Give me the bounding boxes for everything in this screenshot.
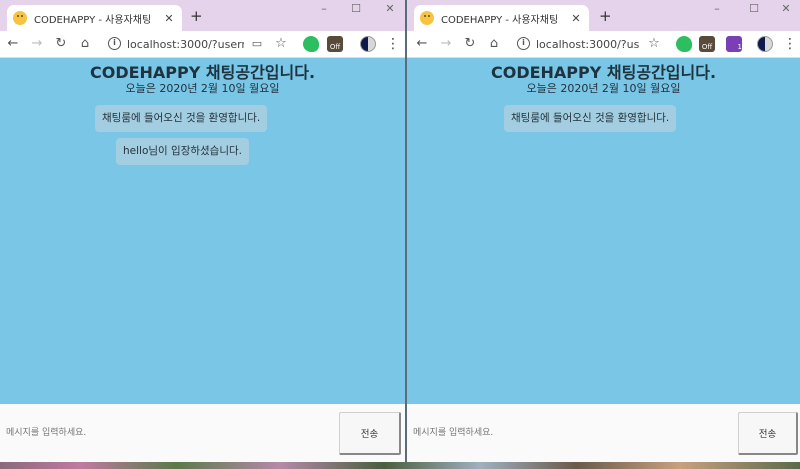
- smiley-favicon-icon: [13, 11, 27, 25]
- home-icon[interactable]: ⌂: [486, 36, 502, 52]
- site-info-icon[interactable]: i: [517, 37, 530, 50]
- new-tab-button[interactable]: +: [190, 7, 203, 25]
- welcome-message: 채팅룸에 들어오신 것을 환영합니다.: [504, 105, 677, 132]
- minimize-button[interactable]: –: [315, 2, 333, 15]
- profile-avatar-icon[interactable]: [360, 36, 376, 52]
- extension-off-icon[interactable]: Off: [327, 36, 343, 52]
- chat-area: CODEHAPPY 채팅공간입니다. 오늘은 2020년 2월 10일 월요일 …: [407, 58, 800, 404]
- browser-tab[interactable]: CODEHAPPY - 사용자채팅 ✕: [7, 5, 182, 31]
- evernote-extension-icon[interactable]: [303, 36, 319, 52]
- site-info-icon[interactable]: i: [108, 37, 121, 50]
- home-icon[interactable]: ⌂: [77, 36, 93, 52]
- new-tab-button[interactable]: +: [599, 7, 612, 25]
- desktop-wallpaper: [0, 462, 800, 469]
- browser-tab[interactable]: CODEHAPPY - 사용자채팅 ✕: [414, 5, 589, 31]
- message-input[interactable]: [407, 404, 732, 462]
- bookmark-star-icon[interactable]: ☆: [646, 36, 662, 52]
- welcome-message: 채팅룸에 들어오신 것을 환영합니다.: [95, 105, 268, 132]
- forward-arrow-icon[interactable]: →: [29, 36, 45, 52]
- message-input[interactable]: [0, 404, 335, 462]
- chat-area: CODEHAPPY 채팅공간입니다. 오늘은 2020년 2월 10일 월요일 …: [0, 58, 405, 404]
- browser-window-right: CODEHAPPY - 사용자채팅 ✕ + – ☐ ✕ ← → ↻ ⌂ i lo…: [407, 0, 800, 462]
- message-input-bar: 전송: [407, 404, 800, 462]
- tab-close-icon[interactable]: ✕: [162, 12, 176, 25]
- maximize-button[interactable]: ☐: [347, 2, 365, 15]
- message-input-bar: 전송: [0, 404, 405, 462]
- tab-title: CODEHAPPY - 사용자채팅: [441, 14, 559, 26]
- extension-off-icon[interactable]: Off: [699, 36, 715, 52]
- back-arrow-icon[interactable]: ←: [414, 36, 430, 52]
- extension-badge-icon[interactable]: 1: [726, 36, 742, 52]
- reload-icon[interactable]: ↻: [53, 36, 69, 52]
- minimize-button[interactable]: –: [708, 2, 726, 15]
- browser-menu-icon[interactable]: ⋮: [386, 36, 400, 52]
- tab-title: CODEHAPPY - 사용자채팅: [34, 14, 152, 26]
- tab-close-icon[interactable]: ✕: [569, 12, 583, 25]
- send-button[interactable]: 전송: [339, 412, 401, 455]
- cast-icon[interactable]: ▭: [249, 36, 265, 52]
- send-button[interactable]: 전송: [738, 412, 798, 455]
- forward-arrow-icon[interactable]: →: [438, 36, 454, 52]
- title-bar: CODEHAPPY - 사용자채팅 ✕ + – ☐ ✕: [0, 0, 405, 31]
- browser-toolbar: ← → ↻ ⌂ i localhost:3000/?userna... ▭ ☆ …: [0, 31, 405, 58]
- chat-date: 오늘은 2020년 2월 10일 월요일: [526, 82, 681, 95]
- close-window-button[interactable]: ✕: [777, 2, 795, 15]
- title-bar: CODEHAPPY - 사용자채팅 ✕ + – ☐ ✕: [407, 0, 800, 31]
- close-window-button[interactable]: ✕: [381, 2, 399, 15]
- evernote-extension-icon[interactable]: [676, 36, 692, 52]
- browser-menu-icon[interactable]: ⋮: [783, 36, 797, 52]
- browser-window-left: CODEHAPPY - 사용자채팅 ✕ + – ☐ ✕ ← → ↻ ⌂ i lo…: [0, 0, 405, 462]
- smiley-favicon-icon: [420, 11, 434, 25]
- back-arrow-icon[interactable]: ←: [5, 36, 21, 52]
- reload-icon[interactable]: ↻: [462, 36, 478, 52]
- address-bar[interactable]: localhost:3000/?userna...: [127, 38, 244, 51]
- chat-date: 오늘은 2020년 2월 10일 월요일: [125, 82, 280, 95]
- address-bar[interactable]: localhost:3000/?use...: [536, 38, 639, 51]
- browser-toolbar: ← → ↻ ⌂ i localhost:3000/?use... ☆ Off 1…: [407, 31, 800, 58]
- join-message: hello님이 입장하셨습니다.: [116, 138, 249, 165]
- profile-avatar-icon[interactable]: [757, 36, 773, 52]
- maximize-button[interactable]: ☐: [745, 2, 763, 15]
- bookmark-star-icon[interactable]: ☆: [273, 36, 289, 52]
